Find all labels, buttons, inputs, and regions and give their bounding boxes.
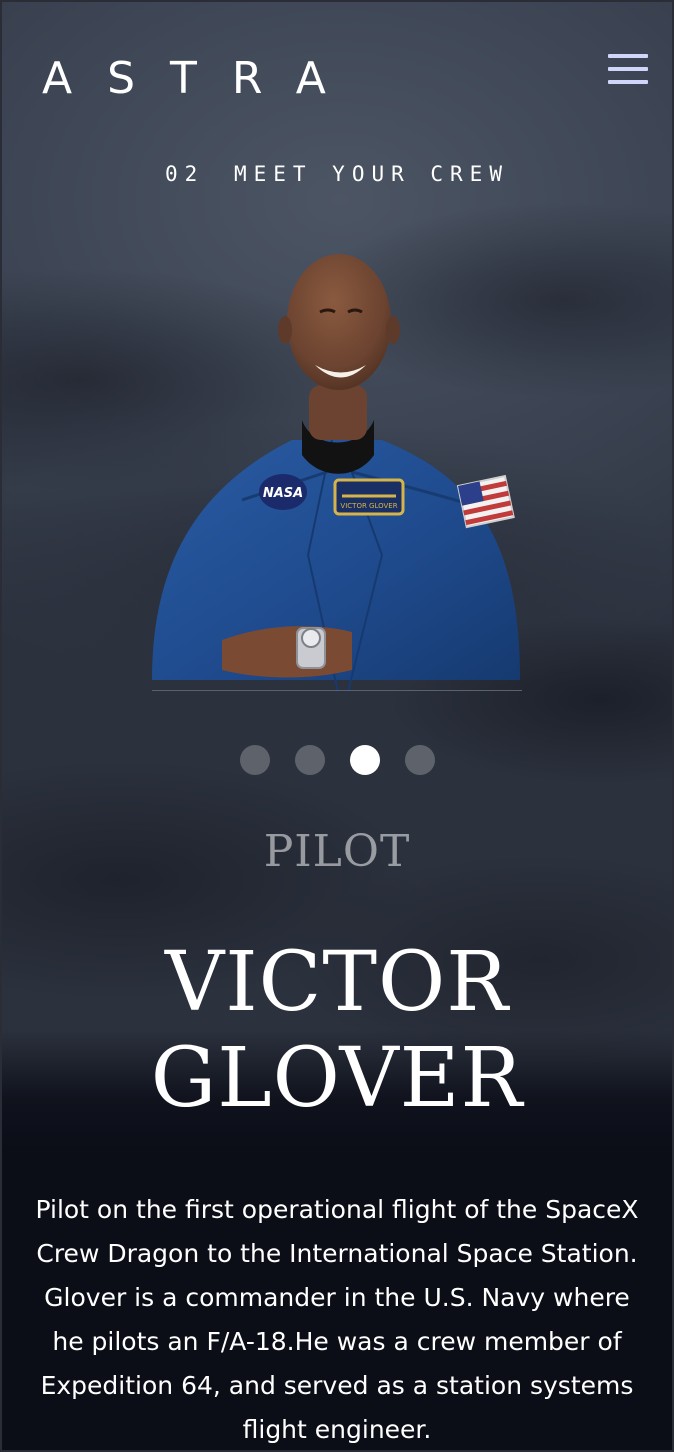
nasa-patch: NASA bbox=[263, 486, 303, 501]
site-header: ASTRA bbox=[0, 52, 674, 108]
crew-name: VICTOR GLOVER bbox=[0, 935, 674, 1127]
carousel-dot-1[interactable] bbox=[239, 745, 270, 775]
carousel-dot-4[interactable] bbox=[404, 745, 435, 775]
crew-bio: Pilot on the first operational flight of… bbox=[35, 1195, 639, 1444]
photo-divider bbox=[152, 690, 522, 691]
carousel-dot-3[interactable] bbox=[349, 745, 380, 775]
hamburger-menu-icon[interactable] bbox=[608, 52, 648, 88]
carousel-dot-2[interactable] bbox=[294, 745, 325, 775]
name-tag: VICTOR GLOVER bbox=[340, 502, 397, 510]
page-title-text: MEET YOUR CREW bbox=[233, 162, 509, 186]
page-number: 02 bbox=[165, 162, 205, 186]
crew-name-line1: VICTOR bbox=[164, 935, 509, 1030]
crew-photo: NASA VICTOR GLOVER bbox=[152, 240, 522, 693]
logo[interactable]: ASTRA bbox=[42, 54, 361, 104]
page-title: 02 MEET YOUR CREW bbox=[0, 160, 674, 188]
crew-carousel-dots bbox=[0, 745, 674, 775]
crew-role: PILOT bbox=[263, 826, 411, 877]
crew-name-line2: GLOVER bbox=[150, 1031, 524, 1126]
